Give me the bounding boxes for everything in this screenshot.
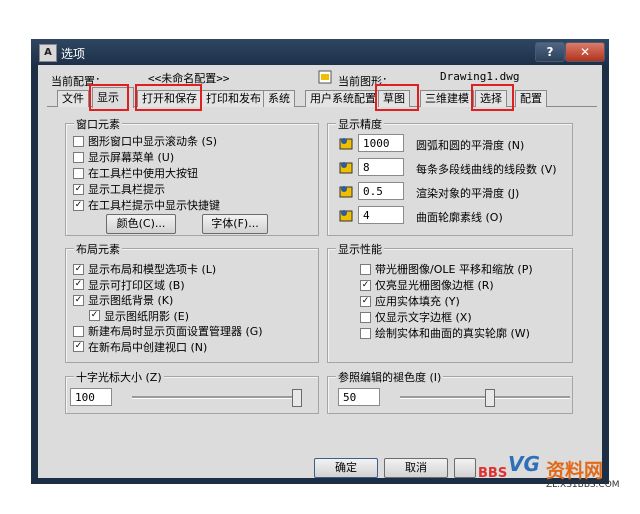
display-resolution-title: 显示精度	[336, 116, 384, 132]
resolution-icon	[339, 160, 353, 174]
checkbox-row[interactable]: 显示屏幕菜单 (U)	[73, 149, 174, 165]
checkbox-row[interactable]: 在工具栏中使用大按钮	[73, 165, 198, 181]
xref-fade-slider-thumb[interactable]	[485, 389, 495, 407]
checkbox-label: 绘制实体和曲面的真实轮廓 (W)	[375, 327, 530, 340]
checkbox-label: 显示图纸阴影 (E)	[104, 309, 190, 323]
watermark-url: ZL.XS1BBS.COM	[546, 480, 620, 490]
checkbox-label: 显示布局和模型选项卡 (L)	[88, 263, 217, 276]
checkbox-row[interactable]: ✓ 显示可打印区域 (B)	[73, 277, 185, 293]
checkbox-row[interactable]: ✓ 显示布局和模型选项卡 (L)	[73, 261, 216, 277]
window-elements-title: 窗口元素	[74, 116, 122, 132]
tab-plot-publish[interactable]: 打印和发布	[201, 90, 266, 107]
resolution-icon	[339, 136, 353, 150]
help-button[interactable]: ?	[535, 42, 565, 62]
checkbox-label: 在新布局中创建视口 (N)	[88, 340, 208, 354]
checkbox-label: 在工具栏提示中显示快捷键	[88, 199, 220, 212]
checkbox-label: 应用实体填充 (Y)	[375, 295, 460, 308]
unchecked-checkbox[interactable]	[73, 135, 84, 147]
resolution-label: 曲面轮廓素线 (O)	[416, 211, 503, 224]
resolution-label: 圆弧和圆的平滑度 (N)	[416, 139, 525, 152]
app-icon: A	[39, 44, 57, 62]
checkbox-row[interactable]: ✓ 显示图纸阴影 (E)	[89, 308, 189, 324]
window-title: 选项	[61, 47, 86, 61]
checked-checkbox[interactable]: ✓	[73, 199, 84, 211]
resolution-icon	[339, 184, 353, 198]
checkbox-row[interactable]: ✓ 显示工具栏提示	[73, 181, 165, 197]
unchecked-checkbox[interactable]	[360, 311, 371, 323]
tab-3d-modeling[interactable]: 三维建模	[420, 90, 474, 107]
xref-fade-input[interactable]: 50	[338, 388, 380, 406]
checkbox-row[interactable]: ✓ 仅亮显光栅图像边框 (R)	[360, 277, 494, 293]
checked-checkbox[interactable]: ✓	[89, 310, 100, 321]
watermark-logo: VG	[508, 452, 540, 476]
crosshair-title: 十字光标大小 (Z)	[74, 369, 164, 385]
highlight-display-tab	[89, 84, 129, 111]
checked-checkbox[interactable]: ✓	[73, 341, 84, 352]
checkbox-row[interactable]: 带光栅图像/OLE 平移和缩放 (P)	[360, 261, 533, 277]
checkbox-row[interactable]: ✓ 在新布局中创建视口 (N)	[73, 339, 207, 355]
xref-fade-title: 参照编辑的褪色度 (I)	[336, 369, 444, 385]
resolution-input[interactable]: 1000	[358, 134, 404, 152]
tab-profiles[interactable]: 配置	[515, 90, 547, 107]
resolution-icon	[339, 208, 353, 222]
unchecked-checkbox[interactable]	[73, 167, 84, 179]
apply-button[interactable]	[454, 458, 476, 478]
ok-button[interactable]: 确定	[314, 458, 378, 478]
checked-checkbox[interactable]: ✓	[360, 279, 371, 291]
checkbox-label: 新建布局时显示页面设置管理器 (G)	[88, 325, 263, 338]
checkbox-row[interactable]: ✓ 在工具栏提示中显示快捷键	[73, 197, 220, 213]
resolution-input[interactable]: 4	[358, 206, 404, 224]
unchecked-checkbox[interactable]	[73, 325, 84, 337]
checkbox-row[interactable]: ✓ 应用实体填充 (Y)	[360, 293, 460, 309]
crosshair-slider-track[interactable]	[132, 396, 302, 399]
cancel-button[interactable]: 取消	[384, 458, 448, 478]
checkbox-row[interactable]: 仅显示文字边框 (X)	[360, 309, 472, 325]
resolution-input[interactable]: 8	[358, 158, 404, 176]
checkbox-label: 显示工具栏提示	[88, 183, 165, 196]
checkbox-label: 显示图纸背景 (K)	[88, 294, 174, 307]
checkbox-label: 显示可打印区域 (B)	[88, 278, 185, 292]
current-drawing-value: Drawing1.dwg	[440, 70, 520, 83]
checked-checkbox[interactable]: ✓	[73, 279, 84, 290]
watermark-sub: BBS	[478, 466, 508, 481]
tab-files[interactable]: 文件	[57, 90, 89, 107]
highlight-open-save-tab	[135, 84, 202, 111]
checkbox-label: 仅显示文字边框 (X)	[375, 311, 472, 324]
drawing-icon	[318, 70, 332, 84]
checkbox-label: 显示屏幕菜单 (U)	[88, 151, 175, 164]
checkbox-row[interactable]: 图形窗口中显示滚动条 (S)	[73, 133, 217, 149]
fonts-button[interactable]: 字体(F)...	[202, 214, 268, 234]
resolution-input[interactable]: 0.5	[358, 182, 404, 200]
checkbox-label: 仅亮显光栅图像边框 (R)	[375, 279, 494, 292]
unchecked-checkbox[interactable]	[360, 263, 371, 275]
checked-checkbox[interactable]: ✓	[360, 295, 371, 307]
close-button[interactable]: ✕	[565, 42, 605, 62]
highlight-selection-tab	[471, 84, 514, 111]
crosshair-slider-thumb[interactable]	[292, 389, 302, 407]
crosshair-size-input[interactable]: 100	[70, 388, 112, 406]
watermark-site: 资料网	[546, 460, 604, 482]
highlight-drafting-tab	[375, 84, 419, 111]
checkbox-row[interactable]: 绘制实体和曲面的真实轮廓 (W)	[360, 325, 530, 341]
checkbox-row[interactable]: ✓ 显示图纸背景 (K)	[73, 292, 173, 308]
checkbox-label: 图形窗口中显示滚动条 (S)	[88, 135, 218, 148]
checked-checkbox[interactable]: ✓	[73, 183, 84, 195]
resolution-label: 渲染对象的平滑度 (J)	[416, 187, 520, 200]
display-performance-title: 显示性能	[336, 241, 384, 257]
tab-user-preferences[interactable]: 用户系统配置	[305, 90, 381, 107]
checked-checkbox[interactable]: ✓	[73, 263, 84, 275]
colors-button[interactable]: 颜色(C)...	[106, 214, 176, 234]
checkbox-row[interactable]: 新建布局时显示页面设置管理器 (G)	[73, 323, 263, 339]
checkbox-label: 在工具栏中使用大按钮	[88, 167, 198, 180]
checkbox-label: 带光栅图像/OLE 平移和缩放 (P)	[375, 263, 533, 276]
title-bar[interactable]: A 选项 ? ✕	[31, 39, 609, 65]
unchecked-checkbox[interactable]	[73, 151, 84, 163]
tab-system[interactable]: 系统	[263, 90, 295, 107]
checked-checkbox[interactable]: ✓	[73, 294, 84, 306]
resolution-label: 每条多段线曲线的线段数 (V)	[416, 163, 557, 176]
layout-elements-title: 布局元素	[74, 241, 122, 257]
unchecked-checkbox[interactable]	[360, 327, 371, 339]
